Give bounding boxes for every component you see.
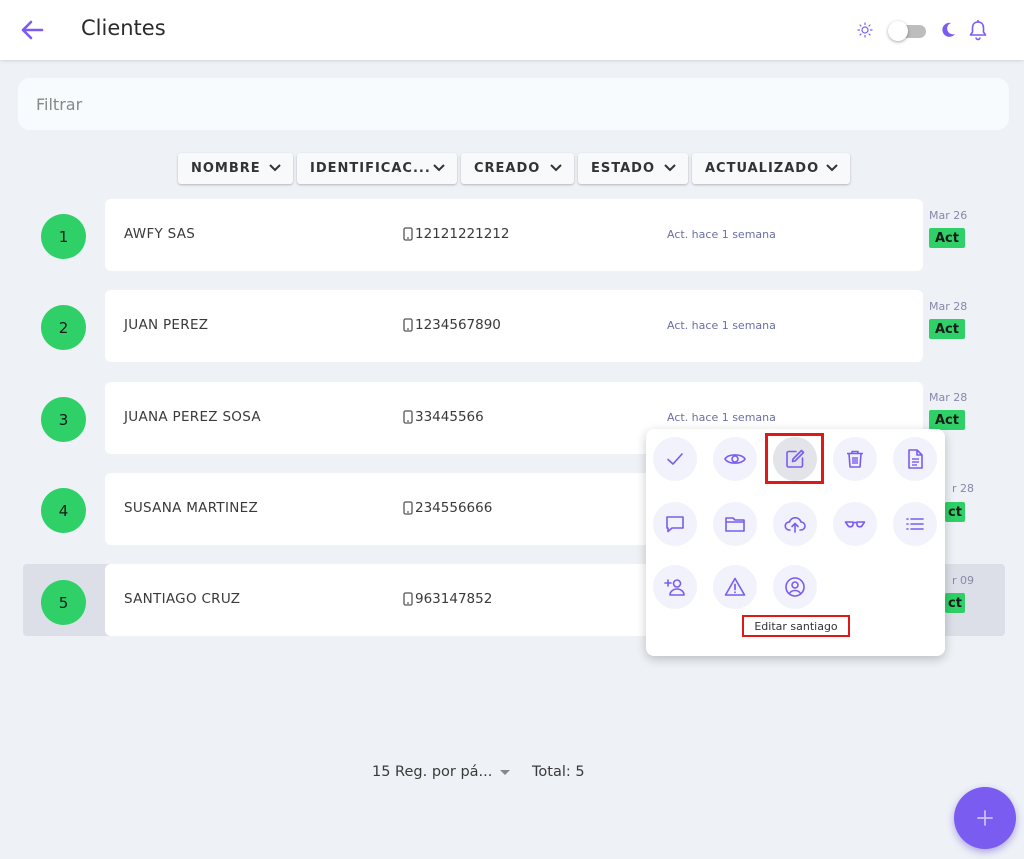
check-icon: [667, 453, 683, 465]
sort-creado-label: CREADO: [474, 161, 541, 176]
created-date: Mar 28: [929, 391, 968, 404]
delete-action-button[interactable]: [833, 437, 877, 481]
chevron-down-icon: [826, 164, 838, 172]
glasses-icon: [844, 521, 866, 528]
upload-action-button[interactable]: [773, 502, 817, 546]
chevron-down-icon: [269, 164, 281, 172]
document-icon: [908, 449, 923, 469]
sort-nombre-button[interactable]: NOMBRE: [178, 153, 293, 184]
table-row[interactable]: AWFY SAS 12121221212 Act. hace 1 semana: [105, 199, 923, 271]
sun-icon: [857, 22, 873, 38]
view-action-button[interactable]: [713, 437, 757, 481]
sort-creado-button[interactable]: CREADO: [461, 153, 574, 184]
phone-id-icon: [403, 227, 413, 241]
chevron-down-icon: [664, 164, 676, 172]
profile-action-button[interactable]: [773, 565, 817, 609]
row-number-badge: 2: [41, 305, 86, 350]
row-number-badge: 1: [41, 214, 86, 259]
sort-nombre-label: NOMBRE: [191, 161, 261, 176]
filter-bar: [18, 78, 1009, 130]
plus-icon: [977, 810, 993, 826]
client-name: SANTIAGO CRUZ: [124, 591, 241, 607]
review-action-button[interactable]: [833, 502, 877, 546]
row-number-badge: 3: [41, 397, 86, 442]
sort-estado-button[interactable]: ESTADO: [578, 153, 688, 184]
client-id-value: 12121221212: [415, 226, 510, 242]
client-id: 12121221212: [403, 226, 509, 242]
client-id: 963147852: [403, 591, 492, 607]
chevron-down-icon: [550, 164, 562, 172]
client-name: JUAN PEREZ: [124, 317, 209, 333]
rows-per-page-select[interactable]: 15 Reg. por pá...: [372, 764, 511, 780]
chevron-down-icon: [433, 164, 445, 172]
row-number-badge: 5: [41, 580, 86, 625]
created-date: Mar 28: [929, 300, 968, 313]
edit-tooltip: Editar santiago: [742, 615, 850, 637]
add-user-icon: [664, 579, 685, 596]
edit-highlight-frame: [765, 433, 824, 484]
alert-action-button[interactable]: [713, 565, 757, 609]
updated-text: Act. hace 1 semana: [667, 411, 776, 424]
total-count: Total: 5: [532, 764, 585, 780]
document-action-button[interactable]: [893, 437, 937, 481]
eye-icon: [724, 454, 746, 464]
client-id-value: 234556666: [415, 500, 493, 516]
top-bar: Clientes: [0, 0, 1024, 60]
list-action-button[interactable]: [893, 502, 937, 546]
approve-action-button[interactable]: [653, 437, 697, 481]
arrow-left-icon: [21, 20, 44, 40]
list-icon: [906, 518, 924, 530]
bell-icon[interactable]: [968, 19, 988, 41]
table-row[interactable]: JUAN PEREZ 1234567890 Act. hace 1 semana: [105, 290, 923, 362]
sort-actualizado-label: ACTUALIZADO: [705, 161, 820, 176]
client-id-value: 33445566: [415, 409, 484, 425]
created-date: r 28: [952, 482, 975, 495]
warning-icon: [724, 577, 746, 596]
phone-id-icon: [403, 410, 413, 424]
sort-actualizado-button[interactable]: ACTUALIZADO: [692, 153, 850, 184]
cloud-upload-icon: [784, 516, 806, 533]
filter-input[interactable]: [36, 92, 986, 116]
updated-text: Act. hace 1 semana: [667, 228, 776, 241]
phone-id-icon: [403, 318, 413, 332]
comment-action-button[interactable]: [653, 502, 697, 546]
page-title: Clientes: [81, 16, 166, 40]
status-badge: Act: [929, 319, 965, 339]
created-date: r 09: [952, 574, 975, 587]
updated-text: Act. hace 1 semana: [667, 319, 776, 332]
trash-icon: [847, 450, 863, 468]
client-name: SUSANA MARTINEZ: [124, 500, 259, 516]
client-id-value: 1234567890: [415, 317, 501, 333]
back-button[interactable]: [18, 16, 46, 44]
sort-identificacion-label: IDENTIFICAC...: [310, 161, 431, 176]
client-id: 33445566: [403, 409, 484, 425]
status-badge: ct: [945, 502, 965, 522]
client-name: AWFY SAS: [124, 226, 196, 242]
add-client-button[interactable]: [954, 787, 1016, 849]
caret-down-icon: [500, 769, 511, 775]
theme-toggle[interactable]: [886, 20, 928, 42]
client-id: 234556666: [403, 500, 492, 516]
client-id-value: 963147852: [415, 591, 493, 607]
chat-icon: [666, 516, 684, 533]
sort-identificacion-button[interactable]: IDENTIFICAC...: [297, 153, 457, 184]
rows-per-page-value: 15 Reg. por pá...: [372, 764, 493, 780]
status-badge: Act: [929, 410, 965, 430]
folder-action-button[interactable]: [713, 502, 757, 546]
created-date: Mar 26: [929, 209, 968, 222]
client-name: JUANA PEREZ SOSA: [124, 409, 261, 425]
user-circle-icon: [785, 577, 805, 597]
phone-id-icon: [403, 592, 413, 606]
assign-user-action-button[interactable]: [653, 565, 697, 609]
status-badge: ct: [945, 593, 965, 613]
status-badge: Act: [929, 228, 965, 248]
moon-icon: [942, 22, 955, 37]
folder-icon: [725, 517, 745, 532]
phone-id-icon: [403, 501, 413, 515]
row-number-badge: 4: [41, 488, 86, 533]
sort-estado-label: ESTADO: [591, 161, 656, 176]
toggle-knob: [888, 21, 908, 41]
client-id: 1234567890: [403, 317, 501, 333]
